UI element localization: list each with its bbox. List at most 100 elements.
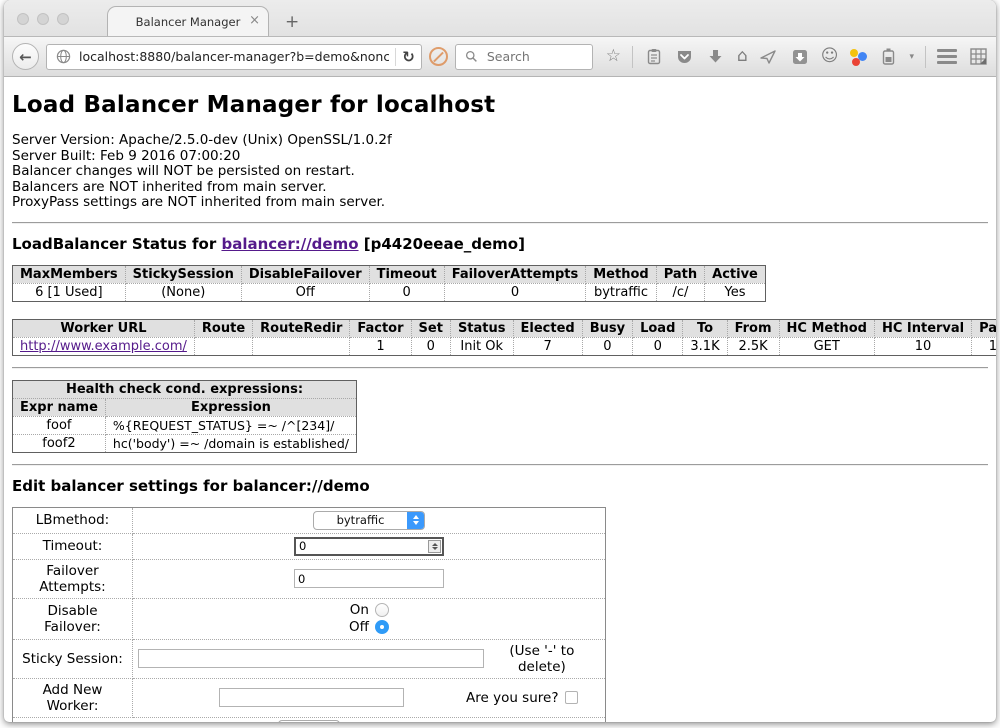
cell: GET [779,337,874,355]
sticky-session-input[interactable] [138,649,484,668]
battery-extension-icon[interactable] [878,47,898,67]
cell: Off [241,283,369,301]
column-header: Elected [513,319,582,337]
search-input[interactable] [487,49,586,64]
health-title-row: Health check cond. expressions: [13,380,357,398]
column-header: HC Method [779,319,874,337]
section-divider-2 [12,367,988,369]
disable-failover-off-radio[interactable] [375,620,389,634]
new-tab-button[interactable]: + [285,12,299,32]
submit-button[interactable]: Submit [278,720,341,722]
search-bar[interactable] [455,44,593,70]
expr-name-cell: foof [13,416,106,434]
download-icon[interactable] [706,47,726,67]
loadbalancer-status-heading: LoadBalancer Status for balancer://demo … [12,235,988,253]
save-to-device-icon[interactable] [790,47,810,67]
radio-on-label: On [350,602,369,618]
cell: /c/ [656,283,704,301]
balancer-status-table: MaxMembers StickySession DisableFailover… [12,265,766,302]
column-header: Timeout [369,265,444,283]
balancer-demo-link[interactable]: balancer://demo [221,235,358,253]
column-header: Status [450,319,513,337]
worker-url-cell: http://www.example.com/ [13,337,195,355]
column-header: To [683,319,727,337]
back-button[interactable]: ← [12,43,39,70]
cell: 0 [633,337,683,355]
column-header: RouteRedir [253,319,350,337]
tab-balancer-manager[interactable]: Balancer Manager × [107,6,269,36]
column-header: Load [633,319,683,337]
table-header-row: Expr name Expression [13,398,357,416]
balancer-settings-form: LBmethod: bytraffic Timeout: [12,507,606,722]
close-window-button[interactable] [17,13,29,25]
radio-off-label: Off [349,619,369,635]
column-header: Passes [972,319,996,337]
disable-failover-on-radio[interactable] [375,603,389,617]
column-header: Path [656,265,704,283]
server-version-line: Server Version: Apache/2.5.0-dev (Unix) … [12,133,988,149]
expression-cell: hc('body') =~ /domain is established/ [105,434,356,452]
cell: 2.5K [727,337,779,355]
column-header: Expression [105,398,356,416]
search-icon [462,47,482,67]
toolbar-separator-2 [925,46,926,68]
bookmark-star-icon[interactable]: ☆ [606,48,621,65]
sticky-session-label: Sticky Session: [13,639,133,678]
worker-row: http://www.example.com/ 1 0 Init Ok 7 0 … [13,337,997,355]
toolbar-icons: ☆ ⌂ ☺ ▾ [606,46,988,68]
pocket-icon[interactable] [675,47,695,67]
chat-smiley-icon[interactable]: ☺ [821,48,839,65]
cell: 1 (0) [972,337,996,355]
multi-account-dots-icon[interactable] [849,48,867,66]
inherit-note-line: Balancers are NOT inherited from main se… [12,180,988,196]
timeout-input[interactable] [294,537,444,556]
tab-close-icon[interactable]: × [249,14,260,27]
column-header: Worker URL [13,319,195,337]
expr-name-cell: foof2 [13,434,106,452]
column-header: FailoverAttempts [444,265,586,283]
form-row-submit: Submit [13,717,606,722]
cell: 0 [411,337,450,355]
section-divider-3 [12,464,988,466]
url-input[interactable] [79,49,389,64]
cell: bytraffic [586,283,656,301]
cell: 1 [350,337,411,355]
home-icon[interactable]: ⌂ [737,48,748,65]
cell: 3.1K [683,337,727,355]
url-bar[interactable]: ↻ [46,44,422,70]
status-heading-prefix: LoadBalancer Status for [12,235,221,253]
cell: 0 [444,283,586,301]
adblock-icon[interactable] [429,47,448,66]
form-row-failover-attempts: Failover Attempts: [13,559,606,598]
cell: 0 [582,337,632,355]
screenshot-grid-icon[interactable] [968,47,988,67]
number-spinner-icon[interactable] [428,540,441,553]
globe-icon [53,47,73,67]
lbmethod-selected-value: bytraffic [314,513,407,527]
health-row: foof %{REQUEST_STATUS} =~ /^[234]/ [13,416,357,434]
add-worker-input[interactable] [219,688,404,707]
overflow-caret-icon[interactable]: ▾ [909,52,914,62]
send-plane-icon[interactable] [759,47,779,67]
menu-hamburger-icon[interactable] [937,49,957,64]
cell: 6 [1 Used] [13,283,126,301]
worker-url-link[interactable]: http://www.example.com/ [20,339,187,354]
failover-attempts-input[interactable] [294,569,444,588]
lbmethod-select[interactable]: bytraffic [313,511,425,530]
zoom-window-button[interactable] [57,13,69,25]
column-header: From [727,319,779,337]
are-you-sure-label: Are you sure? [466,690,559,706]
reload-icon[interactable]: ↻ [402,48,415,66]
urlbar-separator [395,48,396,66]
section-divider-1 [12,222,988,224]
column-header: Factor [350,319,411,337]
clipboard-icon[interactable] [644,47,664,67]
column-header: Busy [582,319,632,337]
are-you-sure-checkbox[interactable] [565,691,578,704]
lbmethod-label: LBmethod: [13,507,133,533]
timeout-label: Timeout: [13,533,133,559]
cell: Init Ok [450,337,513,355]
form-row-disable-failover: Disable Failover: On Off [13,598,606,639]
sticky-session-hint: (Use '-' to delete) [484,643,600,675]
minimize-window-button[interactable] [37,13,49,25]
